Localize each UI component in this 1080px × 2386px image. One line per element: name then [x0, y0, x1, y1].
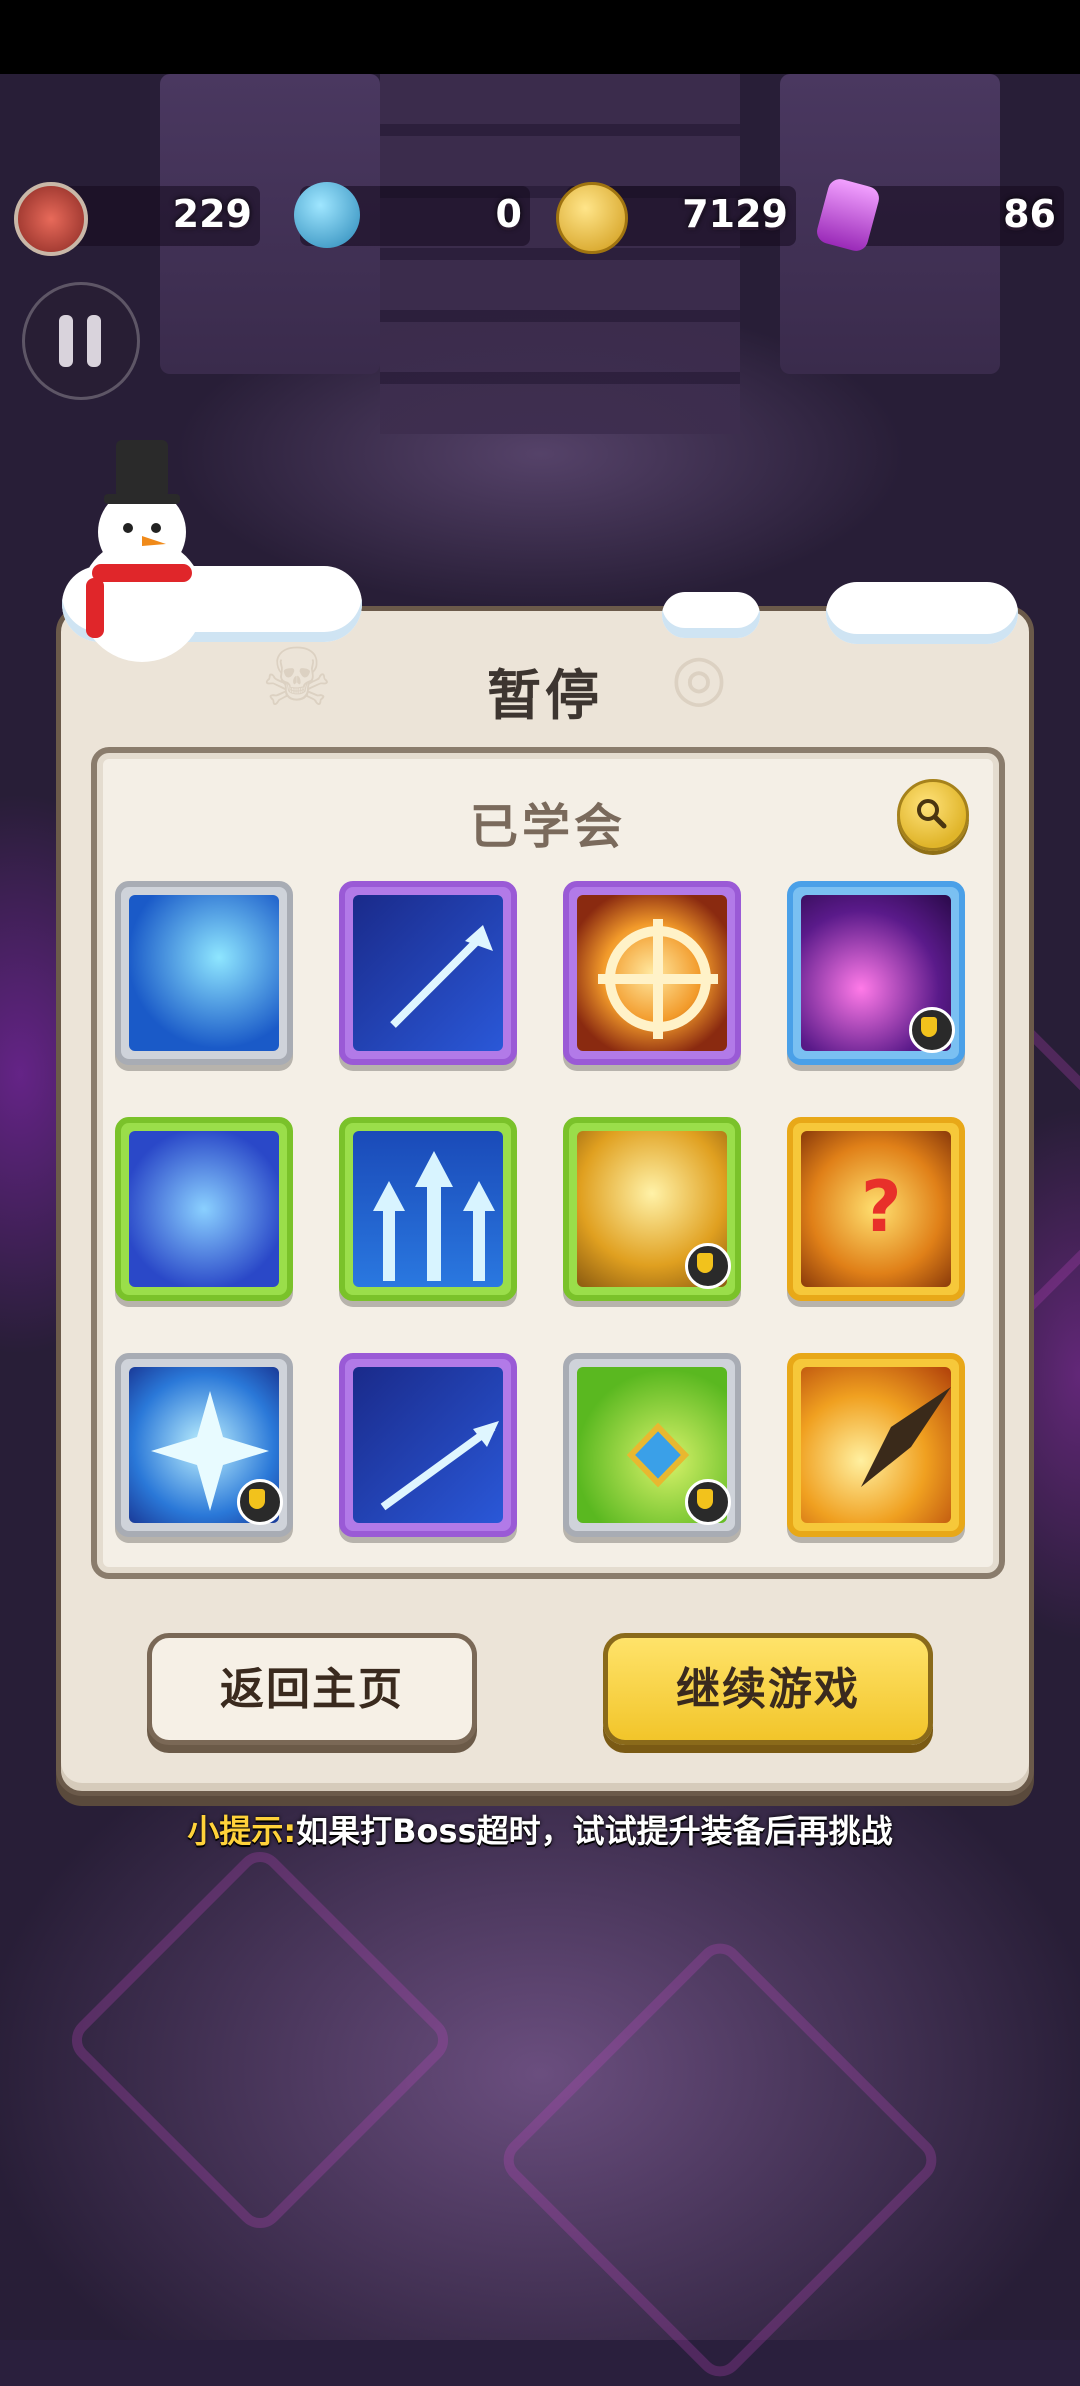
medal-icon — [14, 182, 88, 256]
pause-icon-bar — [87, 315, 101, 367]
tip-message: 如果打Boss超时，试试提升装备后再挑战 — [296, 1812, 893, 1850]
skill-grid: ? — [115, 881, 985, 1551]
pause-panel: ☠ ◎ 暂停 已学会 ? 返回主页 继续游戏 — [56, 606, 1034, 1796]
return-home-button[interactable]: 返回主页 — [147, 1633, 477, 1745]
skill-slot[interactable] — [787, 881, 965, 1065]
lock-badge-icon — [909, 1007, 955, 1053]
medal-count: 229 — [172, 192, 252, 236]
blue-orb-icon — [294, 182, 360, 248]
snowman-decoration-icon — [80, 440, 204, 662]
tip-label: 小提示: — [187, 1812, 297, 1850]
search-icon — [917, 799, 947, 829]
skill-slot[interactable] — [563, 1117, 741, 1301]
gold-coin-icon — [556, 182, 628, 254]
snow-cap — [662, 592, 760, 638]
skill-slot[interactable] — [339, 1353, 517, 1537]
gem-count: 86 — [1003, 192, 1056, 236]
demon-arrow-skill-icon — [353, 1367, 503, 1523]
ice-tower-skill-icon — [129, 895, 279, 1051]
learned-skills-box: 已学会 ? — [91, 747, 1005, 1579]
ice-cube-skill-icon — [129, 1131, 279, 1287]
lightning-spear-skill-icon — [801, 1367, 951, 1523]
search-button[interactable] — [897, 779, 969, 851]
ghost-arrow-skill-icon — [353, 895, 503, 1051]
background-stairs — [380, 74, 740, 434]
lock-badge-icon — [685, 1243, 731, 1289]
continue-game-button[interactable]: 继续游戏 — [603, 1633, 933, 1745]
crosshair-skill-icon — [577, 895, 727, 1051]
skill-slot[interactable]: ? — [787, 1117, 965, 1301]
skill-slot[interactable] — [115, 881, 293, 1065]
coin-count: 7129 — [682, 192, 788, 236]
pause-button[interactable] — [22, 282, 140, 400]
svg-text:?: ? — [861, 1166, 902, 1248]
skill-slot[interactable] — [339, 1117, 517, 1301]
status-bar — [0, 0, 1080, 74]
pause-icon — [59, 315, 73, 367]
skill-slot[interactable] — [115, 1117, 293, 1301]
tip-text: 小提示:如果打Boss超时，试试提升装备后再挑战 — [0, 1806, 1080, 1852]
triple-arrow-skill-icon — [353, 1131, 503, 1287]
skill-slot[interactable] — [115, 1353, 293, 1537]
learned-title: 已学会 — [469, 799, 626, 855]
skill-slot[interactable] — [787, 1353, 965, 1537]
snow-cap — [826, 582, 1018, 644]
skill-slot[interactable] — [563, 881, 741, 1065]
skill-slot[interactable] — [563, 1353, 741, 1537]
lock-badge-icon — [237, 1479, 283, 1525]
skill-slot[interactable] — [339, 881, 517, 1065]
mystery-hammer-skill-icon: ? — [801, 1131, 951, 1287]
lock-badge-icon — [685, 1479, 731, 1525]
orb-count: 0 — [495, 192, 522, 236]
